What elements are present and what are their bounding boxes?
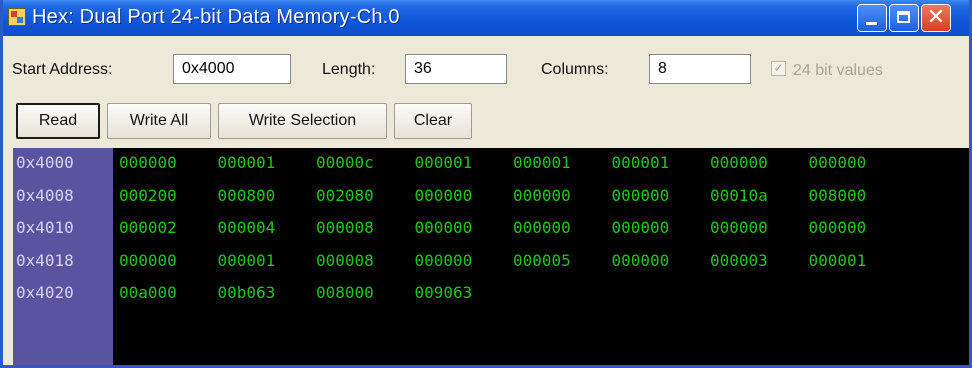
close-button[interactable]: ✕: [921, 4, 951, 32]
bit24-checkbox[interactable]: ✓: [771, 61, 786, 76]
columns-label: Columns:: [541, 61, 609, 78]
hex-value-cell[interactable]: 000001: [612, 153, 670, 172]
hex-value-cell[interactable]: 000003: [710, 251, 768, 270]
hex-value-cell[interactable]: 000008: [316, 218, 374, 237]
hex-value-cell[interactable]: 000800: [218, 186, 276, 205]
columns-input[interactable]: 8: [649, 54, 751, 84]
hex-row-address: 0x4018: [16, 250, 74, 270]
hex-value-cell[interactable]: 00000c: [316, 153, 374, 172]
hex-row-address: 0x4000: [16, 153, 74, 172]
hex-value-cell[interactable]: 000001: [513, 153, 571, 172]
hex-value-cell[interactable]: 002080: [316, 186, 374, 205]
close-icon: ✕: [926, 5, 946, 30]
hex-value-cell[interactable]: 000004: [218, 218, 276, 237]
length-label: Length:: [322, 61, 376, 78]
hex-value-cell[interactable]: 000001: [218, 251, 276, 270]
hex-value-cell[interactable]: 008000: [316, 283, 374, 302]
hex-value-cell[interactable]: 000001: [809, 251, 867, 270]
hex-value-cell[interactable]: 000000: [415, 251, 473, 270]
clear-button[interactable]: Clear: [394, 103, 472, 139]
hex-value-cell[interactable]: 000000: [119, 153, 177, 172]
hex-value-cell[interactable]: 000000: [710, 153, 768, 172]
hex-value-cell[interactable]: 000001: [415, 153, 473, 172]
hex-memory-window: Hex: Dual Port 24-bit Data Memory-Ch.0 ✕…: [0, 0, 972, 368]
start-address-input[interactable]: 0x4000: [173, 54, 291, 84]
maximize-button[interactable]: [889, 4, 919, 32]
hex-value-cell[interactable]: 000000: [415, 218, 473, 237]
hex-value-cell[interactable]: 00a000: [119, 283, 177, 302]
write-all-button[interactable]: Write All: [107, 103, 211, 139]
hex-value-cell[interactable]: 000005: [513, 251, 571, 270]
length-input[interactable]: 36: [405, 54, 507, 84]
hex-value-cell[interactable]: 00b063: [218, 283, 276, 302]
hex-value-cell[interactable]: 000000: [612, 251, 670, 270]
hex-value-cell[interactable]: 008000: [809, 186, 867, 205]
write-selection-button[interactable]: Write Selection: [218, 103, 387, 139]
hex-value-cell[interactable]: 000000: [809, 153, 867, 172]
window-app-icon: [8, 8, 26, 26]
title-bar[interactable]: Hex: Dual Port 24-bit Data Memory-Ch.0 ✕: [3, 0, 969, 36]
hex-value-cell[interactable]: 000000: [415, 186, 473, 205]
read-button[interactable]: Read: [16, 103, 100, 139]
hex-value-cell[interactable]: 000000: [513, 186, 571, 205]
hex-value-cell[interactable]: 000008: [316, 251, 374, 270]
hex-value-cell[interactable]: 000200: [119, 186, 177, 205]
hex-row-address: 0x4008: [16, 185, 74, 205]
hex-value-cell[interactable]: 00010a: [710, 186, 768, 205]
hex-value-cell[interactable]: 000000: [612, 218, 670, 237]
hex-row-address: 0x4020: [16, 283, 74, 302]
hex-value-cell[interactable]: 009063: [415, 283, 473, 302]
hex-value-cell[interactable]: 000002: [119, 218, 177, 237]
window-title: Hex: Dual Port 24-bit Data Memory-Ch.0: [32, 6, 400, 28]
hex-value-cell[interactable]: 000000: [612, 186, 670, 205]
bit24-checkbox-label: 24 bit values: [793, 62, 883, 79]
minimize-button[interactable]: [857, 4, 887, 32]
hex-dump-area[interactable]: 0x4000 000000 000001 00000c 000001 000001 0000…: [13, 148, 969, 365]
hex-value-cell[interactable]: 000001: [218, 153, 276, 172]
hex-value-cell[interactable]: 000000: [513, 218, 571, 237]
hex-value-cell[interactable]: 000000: [809, 218, 867, 237]
hex-value-cell[interactable]: 000000: [119, 251, 177, 270]
hex-row-address: 0x4010: [16, 218, 74, 237]
hex-value-cell[interactable]: 000000: [710, 218, 768, 237]
start-address-label: Start Address:: [12, 61, 113, 78]
